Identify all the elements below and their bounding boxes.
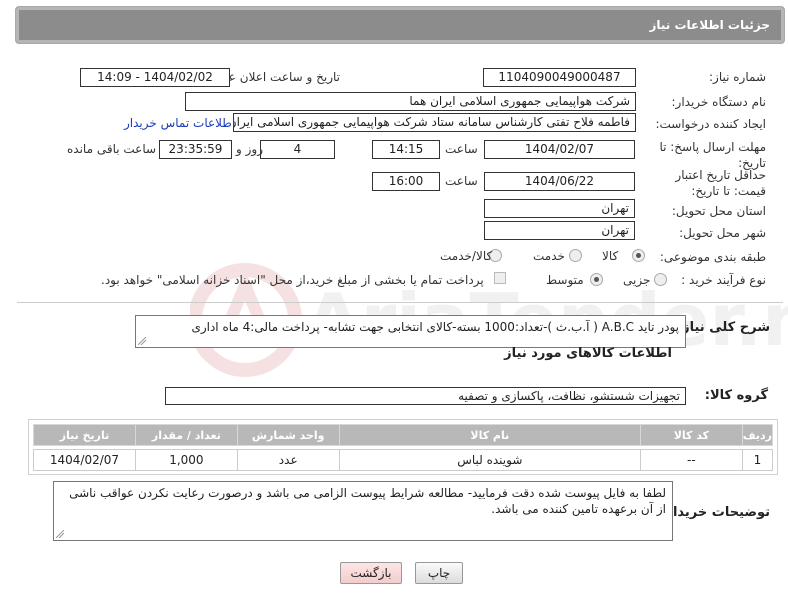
col-code: کد کالا bbox=[639, 424, 743, 446]
creator-label: ایجاد کننده درخواست: bbox=[655, 117, 766, 131]
creator-field: فاطمه فلاح تفتی کارشناس سامانه ستاد شرکت… bbox=[233, 113, 636, 132]
buyer-org-label: نام دستگاه خریدار: bbox=[671, 95, 767, 109]
cell-code: -- bbox=[639, 449, 743, 471]
treasury-payment-checkbox[interactable] bbox=[494, 272, 506, 284]
description-textarea[interactable]: پودر تاید A.B.C ( آ.ب.ث )-تعداد:1000 بست… bbox=[135, 315, 686, 348]
days-label: روز و bbox=[236, 142, 263, 156]
category-radio-service[interactable] bbox=[569, 249, 582, 262]
price-time-label: ساعت bbox=[445, 174, 478, 188]
category-radio-goods[interactable] bbox=[632, 249, 645, 262]
process-option-minor: جزیی bbox=[623, 273, 651, 287]
treasury-payment-note: پرداخت تمام یا بخشی از مبلغ خرید،از محل … bbox=[101, 273, 484, 287]
process-radio-medium[interactable] bbox=[590, 273, 603, 286]
province-label: استان محل تحویل: bbox=[671, 204, 766, 218]
buyer-org-field: شرکت هواپیمایی جمهوری اسلامی ایران هما bbox=[185, 92, 636, 111]
price-time-field: 16:00 bbox=[372, 172, 440, 191]
cell-unit: عدد bbox=[236, 449, 340, 471]
description-label: شرح کلی نیاز: bbox=[676, 320, 770, 335]
page-header: جزئیات اطلاعات نیاز bbox=[15, 6, 785, 44]
cell-date: 1404/02/07 bbox=[33, 449, 136, 471]
cell-row: 1 bbox=[741, 449, 774, 471]
resize-grip-icon[interactable] bbox=[138, 337, 146, 345]
price-validity-label: حداقل تاریخ اعتبار قیمت: تا تاریخ: bbox=[675, 168, 766, 198]
separator bbox=[17, 302, 783, 303]
province-field: تهران bbox=[484, 199, 635, 218]
reply-time-field: 14:15 bbox=[372, 140, 440, 159]
process-option-medium: متوسط bbox=[546, 273, 584, 287]
city-field: تهران bbox=[484, 221, 635, 240]
description-text: پودر تاید A.B.C ( آ.ب.ث )-تعداد:1000 بست… bbox=[191, 320, 679, 334]
goods-section-title: اطلاعات کالاهای مورد نیاز bbox=[504, 346, 672, 361]
col-row: ردیف bbox=[741, 424, 774, 446]
days-field: 4 bbox=[260, 140, 335, 159]
announce-field: 1404/02/02 - 14:09 bbox=[80, 68, 230, 87]
category-option-service: خدمت bbox=[533, 249, 565, 263]
buyer-notes-label: توضیحات خریدار: bbox=[660, 505, 770, 520]
reply-time-label: ساعت bbox=[445, 142, 478, 156]
category-label: طبقه بندی موضوعی: bbox=[659, 250, 766, 264]
col-unit: واحد شمارش bbox=[236, 424, 340, 446]
print-button[interactable]: چاپ bbox=[415, 562, 463, 584]
cell-name: شوینده لباس bbox=[338, 449, 641, 471]
col-qty: تعداد / مقدار bbox=[134, 424, 238, 446]
goods-group-field: تجهیزات شستشو، نظافت، پاکسازی و تصفیه bbox=[165, 387, 686, 405]
process-radio-minor[interactable] bbox=[654, 273, 667, 286]
table-row: 1 -- شوینده لباس عدد 1,000 1404/02/07 bbox=[33, 449, 774, 471]
remaining-label: ساعت باقی مانده bbox=[67, 142, 157, 156]
remaining-time-field: 23:35:59 bbox=[159, 140, 232, 159]
col-name: نام کالا bbox=[338, 424, 641, 446]
goods-table: ردیف کد کالا نام کالا واحد شمارش تعداد /… bbox=[33, 424, 774, 471]
goods-group-label: گروه کالا: bbox=[704, 388, 768, 403]
page-title: جزئیات اطلاعات نیاز bbox=[649, 18, 770, 32]
buyer-contact-link[interactable]: اطلاعات تماس خریدار bbox=[124, 116, 235, 130]
buyer-notes-textarea[interactable]: لطفا به فایل پیوست شده دقت فرمایید- مطال… bbox=[53, 481, 673, 541]
price-date-field: 1404/06/22 bbox=[484, 172, 635, 191]
category-option-both: کالا/خدمت bbox=[440, 249, 493, 263]
resize-grip-icon[interactable] bbox=[56, 530, 64, 538]
need-number-field: 1104090049000487 bbox=[483, 68, 636, 87]
need-number-label: شماره نیاز: bbox=[709, 70, 766, 84]
cell-qty: 1,000 bbox=[134, 449, 238, 471]
buyer-notes-text: لطفا به فایل پیوست شده دقت فرمایید- مطال… bbox=[69, 486, 666, 516]
category-option-goods: کالا bbox=[602, 249, 619, 263]
back-button[interactable]: بازگشت bbox=[340, 562, 402, 584]
reply-date-field: 1404/02/07 bbox=[484, 140, 635, 159]
process-label: نوع فرآیند خرید : bbox=[681, 273, 766, 287]
col-date: تاریخ نیاز bbox=[33, 424, 136, 446]
city-label: شهر محل تحویل: bbox=[679, 226, 766, 240]
